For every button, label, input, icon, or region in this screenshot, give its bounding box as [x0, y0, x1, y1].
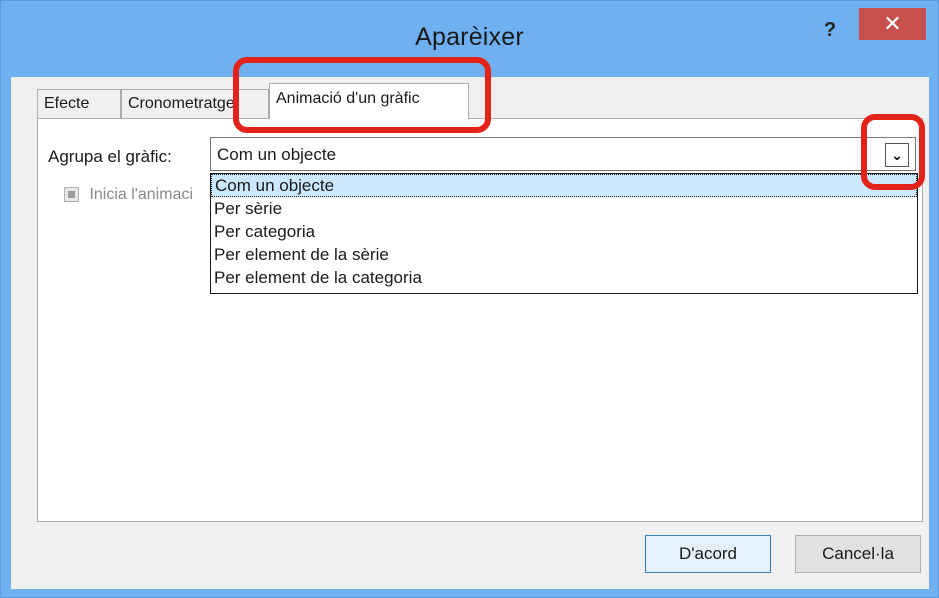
- dropdown-option-per-element-serie[interactable]: Per element de la sèrie: [211, 243, 917, 266]
- dropdown-option-com-un-objecte[interactable]: Com un objecte: [211, 174, 917, 197]
- tab-efecte[interactable]: Efecte: [37, 89, 121, 119]
- start-animation-option: Inicia l'animaci: [64, 186, 193, 204]
- start-animation-label: Inicia l'animaci: [89, 186, 193, 203]
- help-button[interactable]: ?: [815, 15, 845, 45]
- group-chart-dropdown-list: Com un objecte Per sèrie Per categoria P…: [210, 173, 918, 294]
- group-chart-label: Agrupa el gràfic:: [48, 147, 172, 166]
- dialog-body: Efecte Cronometratge Animació d'un gràfi…: [11, 77, 929, 589]
- dropdown-option-per-serie[interactable]: Per sèrie: [211, 197, 917, 220]
- cancel-button[interactable]: Cancel·la: [795, 535, 921, 573]
- close-button[interactable]: ✕: [859, 8, 926, 40]
- dropdown-option-per-categoria[interactable]: Per categoria: [211, 220, 917, 243]
- dropdown-highlight-annotation: [861, 114, 925, 190]
- dialog-title: Aparèixer: [415, 23, 524, 51]
- dropdown-option-per-element-categoria[interactable]: Per element de la categoria: [211, 266, 917, 289]
- group-chart-combobox[interactable]: Com un objecte ⌄: [210, 137, 916, 171]
- tab-panel: Agrupa el gràfic: Com un objecte ⌄ Inici…: [37, 118, 923, 522]
- start-animation-checkbox: [64, 187, 79, 203]
- ok-button[interactable]: D'acord: [645, 535, 771, 573]
- combo-current-value: Com un objecte: [217, 145, 337, 164]
- tab-highlight-annotation: [233, 57, 491, 133]
